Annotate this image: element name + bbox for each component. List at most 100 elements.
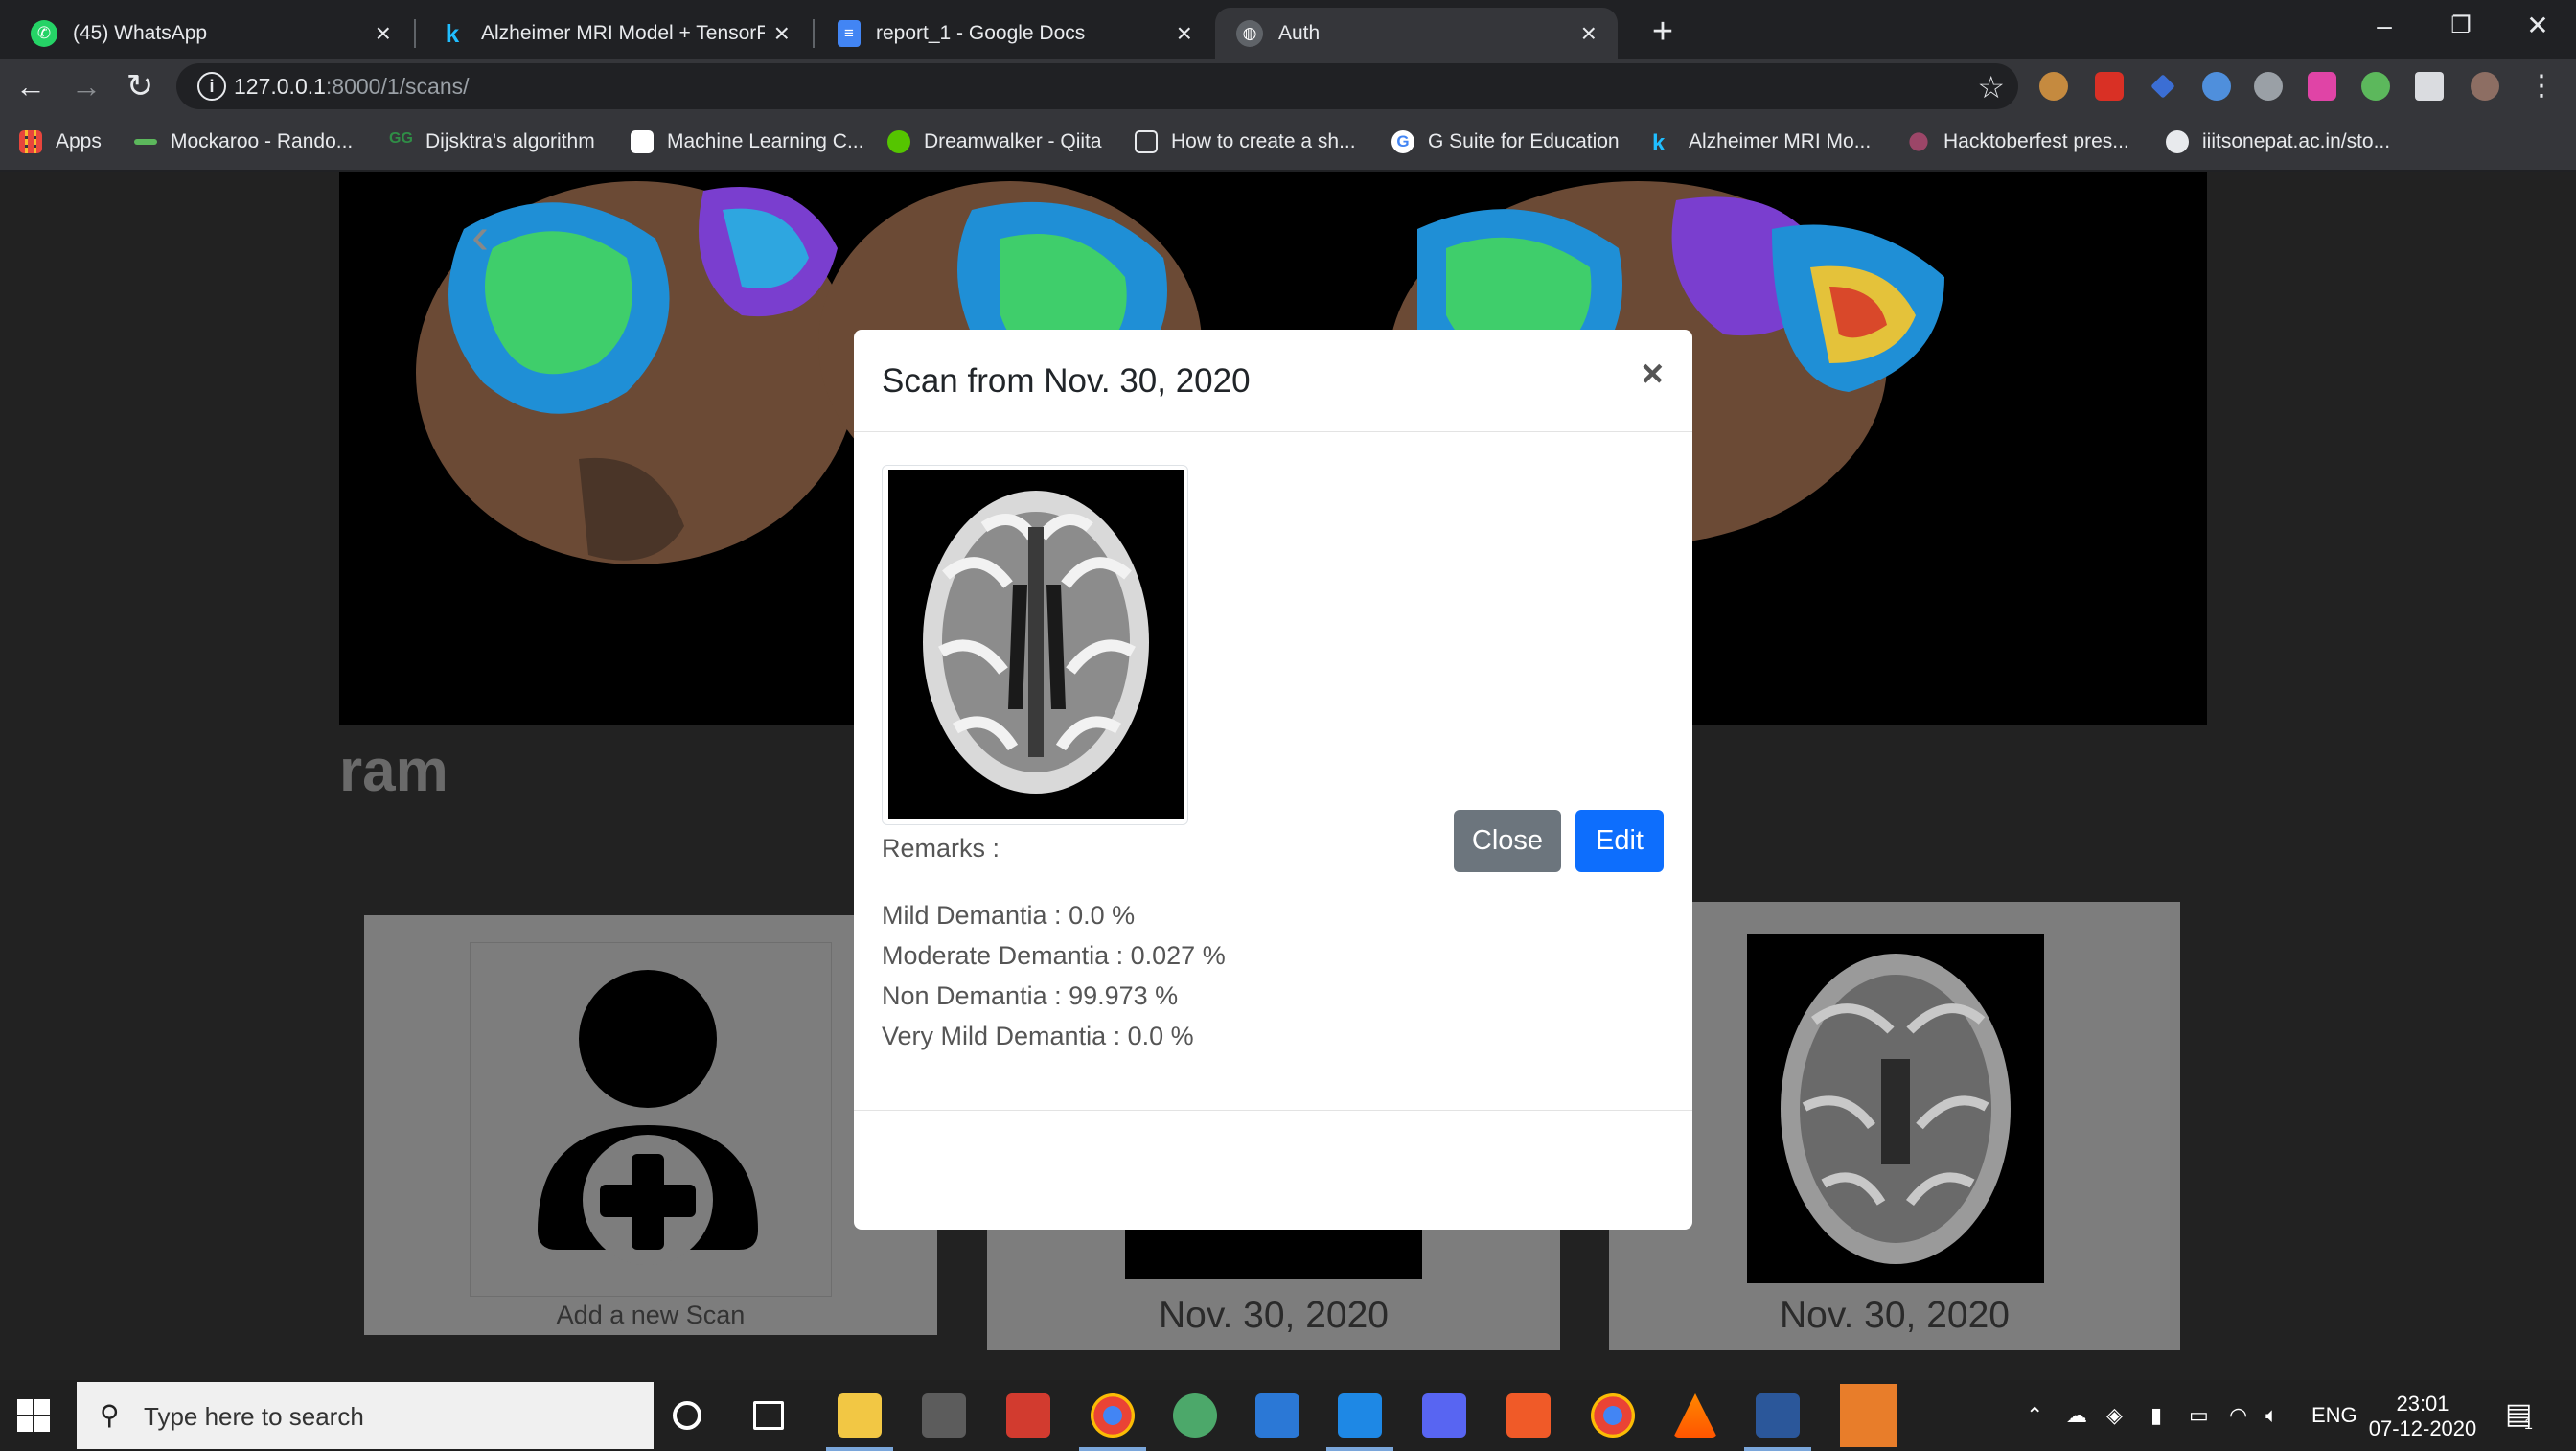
- bookmark-mockaroo[interactable]: Mockaroo - Rando...: [134, 128, 353, 155]
- geeksforgeeks-icon: GG: [389, 130, 413, 147]
- chevron-up-icon[interactable]: ⌃: [2026, 1403, 2043, 1428]
- restore-button[interactable]: ❐: [2423, 4, 2499, 48]
- whatsapp-icon: ✆: [31, 20, 58, 47]
- task-view-icon[interactable]: [753, 1401, 784, 1430]
- volume-icon[interactable]: 🔈︎: [2266, 1403, 2278, 1428]
- windows-start-icon[interactable]: [17, 1399, 50, 1432]
- url-text[interactable]: 127.0.0.1:8000/1/scans/: [234, 74, 470, 100]
- close-icon[interactable]: ×: [1177, 18, 1192, 49]
- cortana-icon[interactable]: [673, 1401, 702, 1430]
- app-icon[interactable]: [1173, 1393, 1217, 1438]
- file-explorer-icon[interactable]: [826, 1393, 893, 1451]
- extension-icon-6[interactable]: [2308, 72, 2336, 101]
- clock-time: 23:01: [2396, 1392, 2450, 1416]
- extension-icon-4[interactable]: [2202, 72, 2231, 101]
- terminal-icon: [1135, 130, 1158, 153]
- forward-arrow-icon[interactable]: →: [65, 65, 107, 107]
- close-button[interactable]: Close: [1454, 810, 1561, 872]
- back-arrow-icon[interactable]: ←: [10, 65, 52, 107]
- close-icon[interactable]: ×: [774, 18, 790, 49]
- wifi-icon[interactable]: ◠: [2229, 1403, 2247, 1428]
- word-icon[interactable]: [1744, 1393, 1811, 1451]
- add-scan-tile[interactable]: [470, 942, 832, 1297]
- avatar[interactable]: [2471, 72, 2499, 101]
- tab-whatsapp[interactable]: ✆ (45) WhatsApp ×: [10, 8, 412, 59]
- bookmark-dreamwalker[interactable]: Dreamwalker - Qiita: [887, 128, 1102, 155]
- battery-icon[interactable]: ▭: [2189, 1403, 2209, 1428]
- chrome-icon[interactable]: [1079, 1393, 1146, 1451]
- scan-card[interactable]: Nov. 30, 2020: [1609, 902, 2180, 1350]
- puzzle-icon[interactable]: [2415, 72, 2444, 101]
- notification-count: 1: [2524, 1416, 2533, 1433]
- bookmark-how-to-create[interactable]: How to create a sh...: [1135, 128, 1356, 155]
- discord-icon[interactable]: [1422, 1393, 1466, 1438]
- tab-separator: [414, 19, 416, 48]
- vscode-icon[interactable]: [1326, 1393, 1393, 1451]
- chrome-icon[interactable]: [1591, 1393, 1635, 1438]
- windows-taskbar: ⚲ Type here to search ⌃ ☁ ◈ ▮ ▭ ◠ 🔈︎ ENG…: [0, 1380, 2576, 1451]
- site-info-icon[interactable]: i: [197, 72, 226, 101]
- kaggle-icon: k: [1652, 130, 1666, 156]
- scan-image: [888, 470, 1184, 819]
- tab-title: Alzheimer MRI Model + TensorFl: [481, 22, 765, 44]
- carousel-prev-arrow-icon[interactable]: ‹: [472, 206, 489, 265]
- new-tab-button[interactable]: +: [1639, 8, 1687, 56]
- result-mild-demantia: Mild Demantia : 0.0 %: [882, 901, 1136, 930]
- bookmark-machine-learning[interactable]: Machine Learning C...: [631, 128, 863, 155]
- app-icon[interactable]: [1840, 1384, 1898, 1447]
- cloud-icon[interactable]: ☁: [2066, 1403, 2087, 1428]
- patient-name: ram: [339, 738, 448, 804]
- more-menu-icon[interactable]: ⋮: [2520, 65, 2563, 107]
- language-indicator[interactable]: ENG: [2312, 1403, 2358, 1428]
- modal-footer: [854, 1110, 1692, 1230]
- address-bar[interactable]: i 127.0.0.1:8000/1/scans/ ☆: [176, 63, 2018, 109]
- hacktoberfest-icon: [1909, 132, 1928, 151]
- bookmark-alzheimer[interactable]: k Alzheimer MRI Mo...: [1652, 128, 1871, 156]
- close-icon[interactable]: ×: [376, 18, 391, 49]
- result-very-mild-demantia: Very Mild Demantia : 0.0 %: [882, 1022, 1194, 1050]
- edit-button[interactable]: Edit: [1576, 810, 1664, 872]
- close-icon[interactable]: ×: [1642, 355, 1664, 393]
- close-icon[interactable]: ×: [1581, 18, 1597, 49]
- scan-date: Nov. 30, 2020: [1780, 1295, 2010, 1336]
- google-icon: G: [1392, 130, 1414, 153]
- browser-tab-strip: ✆ (45) WhatsApp × k Alzheimer MRI Model …: [0, 0, 2576, 59]
- bookmark-g-suite[interactable]: G G Suite for Education: [1392, 128, 1620, 155]
- gear-icon[interactable]: [2254, 72, 2283, 101]
- app-icon[interactable]: [1255, 1393, 1300, 1438]
- store-icon[interactable]: [922, 1393, 966, 1438]
- reload-icon[interactable]: ↻: [119, 65, 161, 107]
- result-moderate-demantia: Moderate Demantia : 0.027 %: [882, 941, 1226, 970]
- google-docs-icon: ≡: [838, 20, 861, 47]
- system-clock[interactable]: 23:01 07-12-2020: [2363, 1392, 2482, 1441]
- extension-icon-1[interactable]: [2039, 72, 2068, 101]
- tab-google-docs[interactable]: ≡ report_1 - Google Docs ×: [816, 8, 1213, 59]
- vlc-icon[interactable]: [1673, 1393, 1717, 1438]
- extension-icon-7[interactable]: [2361, 72, 2390, 101]
- bookmark-dijkstra[interactable]: GG Dijsktra's algorithm: [389, 128, 595, 155]
- add-scan-card[interactable]: Add a new Scan: [364, 915, 937, 1335]
- bookmark-iiitsonepat[interactable]: iiitsonepat.ac.in/sto...: [2166, 128, 2390, 155]
- minimize-button[interactable]: –: [2346, 4, 2423, 48]
- bookmark-star-icon[interactable]: ☆: [1977, 69, 2005, 105]
- bookmark-apps[interactable]: Apps: [19, 128, 102, 155]
- clock-date: 07-12-2020: [2368, 1416, 2477, 1440]
- window-close-button[interactable]: ✕: [2499, 4, 2576, 48]
- mri-brain-image: [888, 470, 1184, 819]
- add-scan-label: Add a new Scan: [556, 1301, 746, 1329]
- scan-thumbnail[interactable]: [1747, 934, 2044, 1283]
- tab-auth[interactable]: ◍ Auth ×: [1215, 8, 1618, 59]
- gift-icon[interactable]: [1006, 1393, 1050, 1438]
- bookmark-hacktoberfest[interactable]: Hacktoberfest pres...: [1907, 128, 2129, 155]
- tab-alzheimer-kaggle[interactable]: k Alzheimer MRI Model + TensorFl ×: [418, 8, 811, 59]
- dropbox-icon[interactable]: ◈: [2106, 1403, 2123, 1428]
- extension-icon-2[interactable]: [2095, 72, 2124, 101]
- kaggle-icon: k: [445, 18, 460, 48]
- qiita-icon: [887, 130, 910, 153]
- xampp-icon[interactable]: [1506, 1393, 1551, 1438]
- taskbar-search-box[interactable]: ⚲ Type here to search: [77, 1382, 654, 1449]
- microphone-icon[interactable]: ▮: [2150, 1403, 2162, 1428]
- extension-icon-3[interactable]: [2150, 74, 2175, 99]
- scan-date: Nov. 30, 2020: [1159, 1295, 1389, 1336]
- coursera-icon: [631, 130, 654, 153]
